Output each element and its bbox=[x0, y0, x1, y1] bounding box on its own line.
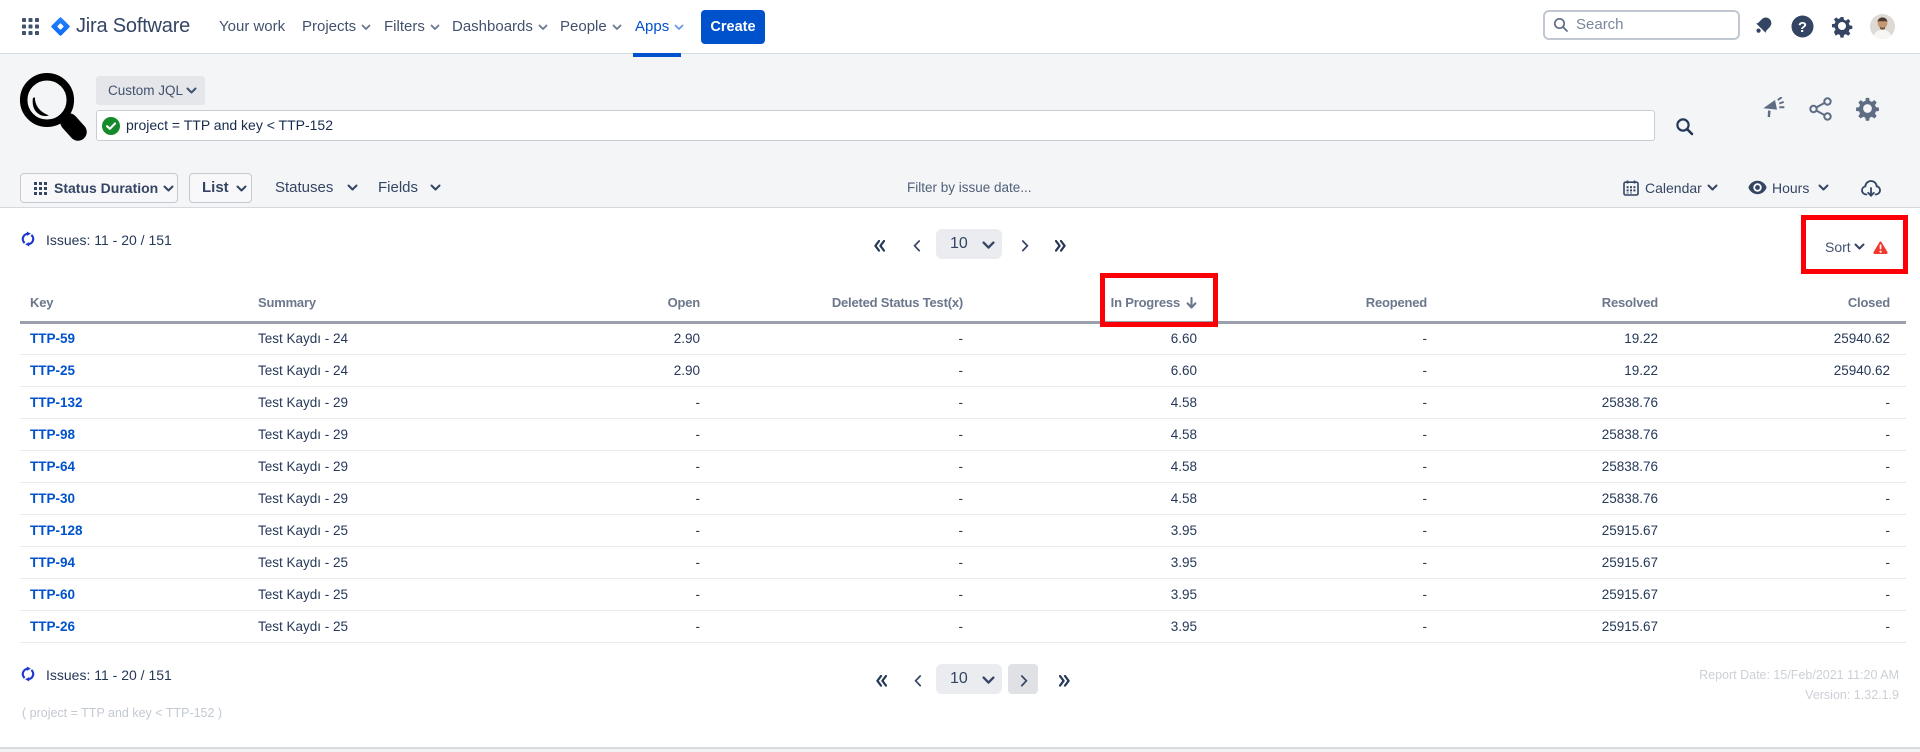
svg-text:?: ? bbox=[1798, 19, 1807, 36]
